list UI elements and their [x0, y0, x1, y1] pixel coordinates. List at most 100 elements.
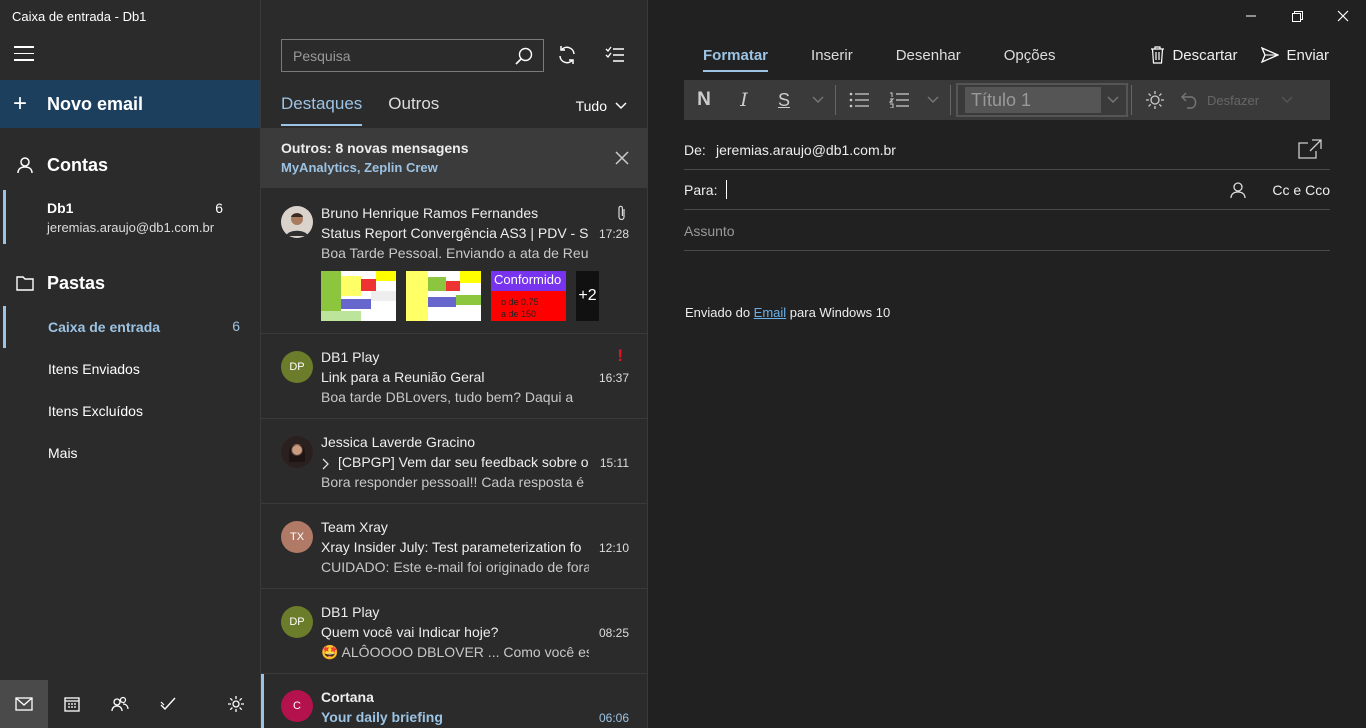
- hamburger-menu-button[interactable]: [14, 46, 34, 62]
- subject-field[interactable]: [684, 211, 1330, 251]
- restore-button[interactable]: [1274, 0, 1320, 32]
- checkmark-icon: [160, 697, 176, 711]
- mail-app-link[interactable]: Email: [754, 305, 787, 320]
- folder-deleted-items[interactable]: Itens Excluídos: [0, 390, 260, 432]
- message-preview: Bora responder pessoal!! Cada resposta é: [321, 474, 585, 490]
- from-field[interactable]: De: jeremias.araujo@db1.com.br: [684, 130, 1330, 170]
- list-item[interactable]: TX Team Xray Xray Insider July: Test par…: [261, 504, 647, 589]
- checklist-icon: [605, 46, 624, 62]
- thumbnail-text: Conformido: [494, 272, 561, 287]
- tab-options[interactable]: Opções: [1004, 47, 1056, 72]
- undo-icon: [1181, 92, 1197, 109]
- bold-button[interactable]: N: [684, 80, 724, 120]
- account-item-db1[interactable]: Db1 jeremias.araujo@db1.com.br 6: [0, 190, 260, 244]
- sync-button[interactable]: [557, 45, 577, 70]
- underline-button[interactable]: S: [764, 80, 804, 120]
- filter-dropdown[interactable]: Tudo: [576, 98, 627, 114]
- banner-subtitle: MyAnalytics, Zeplin Crew: [281, 160, 438, 175]
- list-item[interactable]: Bruno Henrique Ramos Fernandes Status Re…: [261, 189, 647, 334]
- font-options-dropdown[interactable]: [804, 80, 832, 120]
- to-input[interactable]: [729, 178, 1209, 202]
- list-item[interactable]: C Cortana Your daily briefing 06:06: [261, 674, 647, 728]
- people-icon: [111, 696, 129, 712]
- chevron-right-icon: [322, 457, 330, 475]
- folder-label: Itens Excluídos: [48, 403, 143, 419]
- people-switch-button[interactable]: [96, 680, 144, 728]
- style-value: Título 1: [965, 87, 1101, 113]
- tab-focused[interactable]: Destaques: [281, 94, 363, 126]
- tab-other[interactable]: Outros: [388, 94, 439, 126]
- selection-indicator: [3, 190, 6, 244]
- close-window-button[interactable]: [1320, 0, 1366, 32]
- send-button[interactable]: Enviar: [1261, 47, 1329, 64]
- close-icon: [1337, 10, 1349, 22]
- bullets-button[interactable]: [839, 80, 879, 120]
- message-sender: Jessica Laverde Gracino: [321, 434, 476, 450]
- message-time: 08:25: [598, 626, 629, 640]
- folders-heading[interactable]: Pastas: [0, 263, 260, 303]
- tab-format[interactable]: Formatar: [703, 47, 769, 72]
- selection-mode-button[interactable]: [605, 46, 625, 69]
- accounts-heading[interactable]: Contas: [0, 145, 260, 185]
- new-mail-button[interactable]: + Novo email: [0, 80, 260, 128]
- popout-icon[interactable]: [1298, 139, 1322, 164]
- minimize-button[interactable]: [1228, 0, 1274, 32]
- list-item[interactable]: DP DB1 Play ! Link para a Reunião Geral …: [261, 334, 647, 419]
- tab-insert[interactable]: Inserir: [811, 47, 853, 72]
- calendar-switch-button[interactable]: [48, 680, 96, 728]
- search-box[interactable]: [281, 39, 544, 72]
- list-item[interactable]: Jessica Laverde Gracino [CBPGP] Vem dar …: [261, 419, 647, 504]
- discard-button[interactable]: Descartar: [1150, 46, 1237, 64]
- accounts-label: Contas: [47, 154, 109, 175]
- to-field[interactable]: Para: Cc e Cco: [684, 170, 1330, 210]
- folder-inbox[interactable]: Caixa de entrada 6: [0, 306, 260, 348]
- settings-button[interactable]: [212, 680, 260, 728]
- avatar: TX: [281, 521, 313, 553]
- from-label: De:: [684, 142, 706, 158]
- app-switcher-bar: [0, 680, 260, 728]
- mail-icon: [15, 697, 33, 711]
- send-icon: [1261, 47, 1280, 63]
- folder-more[interactable]: Mais: [0, 432, 260, 474]
- italic-button[interactable]: I: [724, 80, 764, 120]
- numbering-button[interactable]: [879, 80, 919, 120]
- mail-app: Caixa de entrada - Db1 + Novo email Cont…: [0, 0, 1366, 728]
- more-attachments[interactable]: +2: [576, 271, 599, 321]
- search-input[interactable]: [293, 47, 503, 64]
- ribbon-tabs: Formatar Inserir Desenhar Opções: [703, 47, 1098, 72]
- banner-title: Outros: 8 novas mensagens: [281, 140, 469, 156]
- cc-bcc-button[interactable]: Cc e Cco: [1272, 182, 1330, 198]
- message-sender: Bruno Henrique Ramos Fernandes: [321, 205, 539, 221]
- undo-button[interactable]: [1175, 80, 1205, 120]
- close-icon[interactable]: [615, 151, 629, 170]
- navigation-pane: Caixa de entrada - Db1 + Novo email Cont…: [0, 0, 260, 728]
- style-dropdown[interactable]: Título 1: [956, 83, 1128, 117]
- mail-switch-button[interactable]: [0, 680, 48, 728]
- person-icon: [15, 156, 35, 174]
- list-item[interactable]: DP DB1 Play Quem você vai Indicar hoje? …: [261, 589, 647, 674]
- attachment-thumbnail[interactable]: Conformido o de 0,75 a de 150: [491, 271, 566, 321]
- attachment-thumbnail[interactable]: [321, 271, 396, 321]
- folder-label: Caixa de entrada: [48, 319, 161, 335]
- folder-icon: [15, 275, 35, 291]
- message-preview: Boa Tarde Pessoal. Enviando a ata de Reu…: [321, 245, 589, 261]
- tab-draw[interactable]: Desenhar: [896, 47, 961, 72]
- format-options-button[interactable]: [1135, 80, 1175, 120]
- undo-dropdown[interactable]: [1273, 80, 1301, 120]
- message-sender: Team Xray: [321, 519, 388, 535]
- avatar: DP: [281, 351, 313, 383]
- folder-sent-items[interactable]: Itens Enviados: [0, 348, 260, 390]
- search-icon[interactable]: [515, 47, 533, 70]
- other-inbox-banner[interactable]: Outros: 8 novas mensagens MyAnalytics, Z…: [261, 129, 647, 188]
- compose-actions: Descartar Enviar: [1126, 46, 1329, 64]
- paragraph-options-dropdown[interactable]: [919, 80, 947, 120]
- message-subject: Link para a Reunião Geral: [321, 369, 485, 385]
- attachment-thumbnail[interactable]: [406, 271, 481, 321]
- to-label: Para:: [684, 182, 718, 198]
- thumbnail-text: a de 150: [501, 309, 536, 319]
- avatar: [281, 436, 313, 468]
- account-name: Db1: [47, 200, 74, 216]
- subject-input[interactable]: [684, 219, 1324, 243]
- person-icon[interactable]: [1230, 181, 1246, 204]
- todo-switch-button[interactable]: [144, 680, 192, 728]
